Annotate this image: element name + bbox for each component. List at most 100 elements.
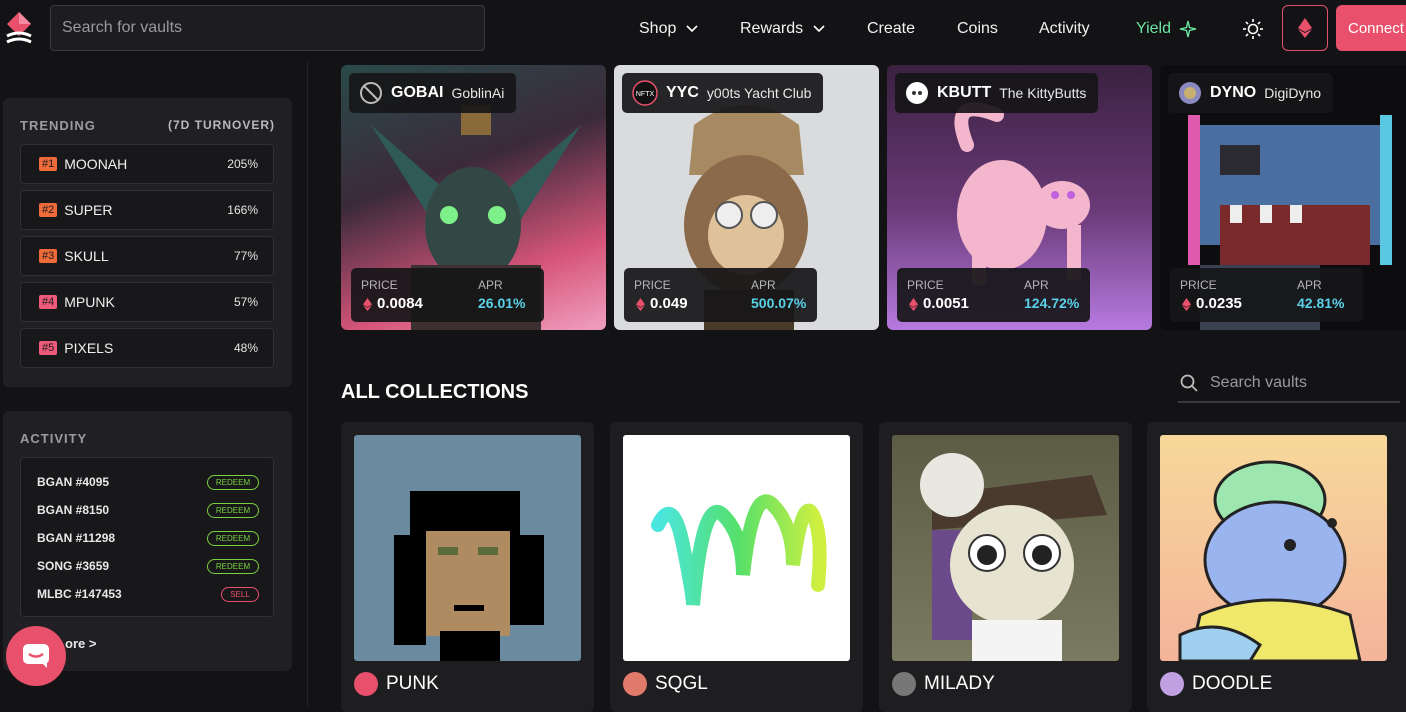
price-label: PRICE — [634, 278, 671, 292]
price-value: 0.0235 — [1196, 295, 1242, 312]
apr-label: APR — [1297, 278, 1322, 292]
milady-avatar — [892, 672, 916, 696]
trending-pct: 166% — [227, 203, 258, 217]
nav-yield[interactable]: Yield — [1136, 0, 1197, 58]
milady-artwork-icon — [920, 453, 1107, 661]
activity-title: ACTIVITY — [20, 431, 88, 446]
punk-artwork-icon — [394, 491, 544, 661]
nav-create[interactable]: Create — [867, 0, 915, 58]
nav-rewards[interactable]: Rewards — [740, 0, 825, 58]
activity-list: BGAN #4095 REDEEM BGAN #8150 REDEEM BGAN… — [20, 457, 274, 617]
collections-search[interactable] — [1178, 365, 1400, 403]
nav-coins[interactable]: Coins — [957, 0, 998, 58]
activity-name: MLBC #147453 — [37, 587, 122, 601]
connect-button[interactable]: Connect — [1336, 5, 1406, 51]
trending-item[interactable]: #3 SKULL 77% — [20, 236, 274, 276]
apr-label: APR — [1024, 278, 1049, 292]
blocked-avatar-icon — [360, 82, 382, 104]
squiggle-artwork-icon — [651, 494, 827, 606]
collection-symbol: DYNO — [1210, 84, 1257, 101]
nav-yield-label: Yield — [1136, 20, 1171, 37]
more-link[interactable]: ore > — [65, 636, 96, 651]
trending-pct: 48% — [233, 341, 258, 355]
nav-shop-label: Shop — [639, 20, 677, 37]
sell-badge: SELL — [221, 586, 259, 602]
activity-item[interactable]: SONG #3659 REDEEM — [37, 556, 259, 576]
collection-card-doodle[interactable]: DOODLE — [1147, 422, 1406, 712]
search-vaults-top[interactable] — [50, 5, 485, 51]
milady-artwork — [892, 435, 1119, 661]
logo-icon[interactable] — [4, 10, 34, 48]
nav-shop[interactable]: Shop — [639, 0, 698, 58]
trending-item[interactable]: #4 MPUNK 57% — [20, 282, 274, 322]
redeem-badge: REDEEM — [207, 474, 259, 490]
collection-symbol: KBUTT — [937, 84, 992, 101]
nav-activity-label: Activity — [1039, 20, 1090, 37]
trending-subtitle: (7D TURNOVER) — [168, 118, 276, 132]
collection-label: DOODLE — [1192, 673, 1273, 694]
nav-create-label: Create — [867, 20, 916, 37]
collection-card-punk[interactable]: PUNK — [341, 422, 594, 712]
price-value: 0.0084 — [377, 295, 423, 312]
top-bar: Shop Rewards Create Coins Activity Yield… — [0, 0, 1406, 58]
activity-item[interactable]: MLBC #147453 SELL — [37, 584, 259, 604]
network-eth-button[interactable] — [1282, 5, 1328, 51]
eth-icon — [1298, 18, 1312, 38]
featured-card-gobai[interactable]: GOBAI GoblinAi PRICE 0.0084 APR 26.01% — [341, 65, 606, 330]
nav-activity[interactable]: Activity — [1039, 0, 1090, 58]
price-value: 0.049 — [650, 295, 688, 312]
trending-item[interactable]: #2 SUPER 166% — [20, 190, 274, 230]
activity-name: BGAN #11298 — [37, 531, 116, 545]
theme-toggle-sun-icon[interactable] — [1241, 17, 1265, 41]
trending-pct: 205% — [227, 157, 258, 171]
collection-label: MILADY — [924, 673, 995, 694]
activity-item[interactable]: BGAN #8150 REDEEM — [37, 500, 259, 520]
price-box: PRICE 0.049 APR 500.07% — [624, 268, 817, 322]
price-label: PRICE — [907, 278, 944, 292]
activity-name: BGAN #4095 — [37, 475, 110, 489]
collection-card-milady[interactable]: MILADY — [879, 422, 1132, 712]
trending-name: MPUNK — [64, 294, 115, 310]
featured-card-dyno[interactable]: DYNO DigiDyno PRICE 0.0235 APR 42.81% — [1160, 65, 1406, 330]
card-footer: DOODLE — [1160, 672, 1272, 696]
price-label: PRICE — [361, 278, 398, 292]
price-value: 0.0051 — [923, 295, 969, 312]
activity-item[interactable]: BGAN #4095 REDEEM — [37, 472, 259, 492]
collection-label: PUNK — [386, 673, 439, 694]
search-input[interactable] — [51, 6, 484, 50]
activity-name: BGAN #8150 — [37, 503, 110, 517]
nftx-logo-icon: NFTX — [632, 80, 658, 106]
trending-item[interactable]: #1 MOONAH 205% — [20, 144, 274, 184]
svg-text:NFTX: NFTX — [636, 91, 655, 98]
trending-panel: TRENDING (7D TURNOVER) #1 MOONAH 205% #2… — [3, 98, 292, 387]
kitty-avatar-icon — [906, 82, 928, 104]
punk-avatar — [354, 672, 378, 696]
featured-card-yyc[interactable]: NFTX YYC y00ts Yacht Club PRICE 0.049 AP… — [614, 65, 879, 330]
price-box: PRICE 0.0235 APR 42.81% — [1170, 268, 1363, 322]
search-vaults-input[interactable] — [1210, 374, 1390, 392]
activity-item[interactable]: BGAN #11298 REDEEM — [37, 528, 259, 548]
trending-item[interactable]: #5 PIXELS 48% — [20, 328, 274, 368]
apr-value: 500.07% — [751, 295, 807, 311]
punk-artwork — [354, 435, 581, 661]
chevron-down-icon — [813, 25, 825, 33]
nav-rewards-label: Rewards — [740, 20, 804, 37]
trending-name: MOONAH — [64, 156, 128, 172]
apr-value: 26.01% — [478, 295, 526, 311]
doodle-artwork-icon — [1178, 460, 1362, 661]
trending-title: TRENDING — [20, 118, 96, 133]
all-collections-heading: ALL COLLECTIONS — [341, 381, 529, 403]
collection-symbol: YYC — [666, 84, 699, 101]
trending-name: PIXELS — [64, 340, 114, 356]
nav-coins-label: Coins — [957, 20, 998, 37]
price-label: PRICE — [1180, 278, 1217, 292]
price-box: PRICE 0.0084 APR 26.01% — [351, 268, 544, 322]
collection-name: GoblinAi — [451, 85, 505, 101]
chat-launcher-button[interactable] — [6, 626, 66, 686]
apr-label: APR — [478, 278, 503, 292]
eth-icon — [1182, 298, 1191, 311]
featured-card-kbutt[interactable]: KBUTT The KittyButts PRICE 0.0051 APR 12… — [887, 65, 1152, 330]
collection-card-sqgl[interactable]: SQGL — [610, 422, 863, 712]
rank-badge: #3 — [39, 249, 58, 263]
redeem-badge: REDEEM — [207, 530, 259, 546]
